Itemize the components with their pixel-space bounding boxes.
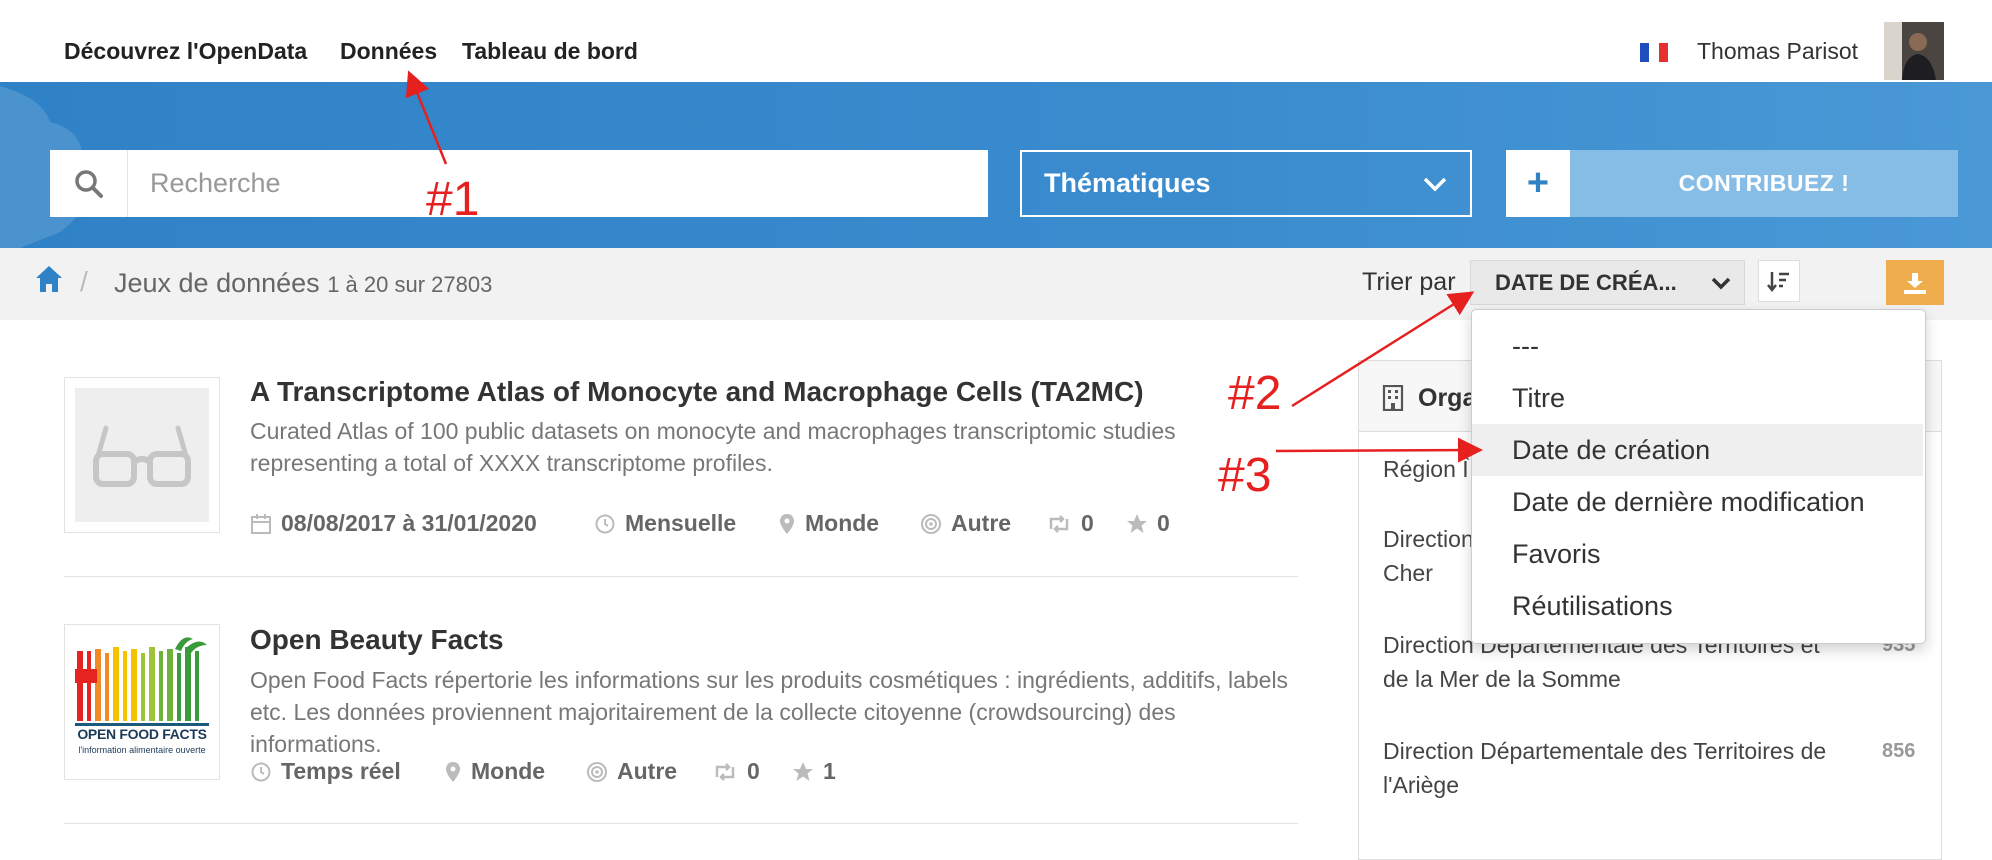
sort-select[interactable]: DATE DE CRÉA... xyxy=(1470,260,1745,305)
search-icon[interactable] xyxy=(50,150,128,217)
dataset-favorites: 1 xyxy=(792,758,836,785)
home-icon[interactable] xyxy=(34,264,64,294)
retweet-icon xyxy=(1049,514,1069,533)
dataset-title[interactable]: A Transcriptome Atlas of Monocyte and Ma… xyxy=(250,376,1144,408)
reuses-count: 0 xyxy=(1081,510,1094,536)
download-icon xyxy=(1904,272,1926,294)
divider xyxy=(64,576,1298,577)
clock-icon xyxy=(595,514,615,533)
chevron-down-icon xyxy=(1711,277,1731,289)
avatar[interactable] xyxy=(1884,22,1944,80)
star-icon xyxy=(793,761,813,781)
sort-descending-icon xyxy=(1767,272,1789,293)
divider xyxy=(64,823,1298,824)
open-food-facts-logo xyxy=(75,637,209,726)
calendar-icon xyxy=(251,513,271,534)
nav-link-dashboard[interactable]: Tableau de bord xyxy=(462,38,638,65)
nav-link-data[interactable]: Données xyxy=(340,38,437,65)
facet-item-label: de la Mer de la Somme xyxy=(1383,666,1621,692)
facet-item-count: 856 xyxy=(1882,740,1916,762)
french-flag-icon[interactable] xyxy=(1640,43,1668,62)
page-title-text: Jeux de données xyxy=(114,268,320,298)
download-button[interactable] xyxy=(1886,260,1944,305)
dataset-reuses: 0 xyxy=(712,758,760,785)
map-marker-icon xyxy=(446,761,460,782)
facet-item[interactable]: Direction Départementale des Territoires… xyxy=(1383,734,1863,802)
dataset-frequency: Temps réel xyxy=(250,758,401,785)
frequency-text: Mensuelle xyxy=(625,510,737,536)
plus-icon: + xyxy=(1506,150,1570,217)
star-icon xyxy=(1127,513,1147,533)
dataset-title[interactable]: Open Beauty Facts xyxy=(250,624,504,656)
reuses-count: 0 xyxy=(747,758,760,784)
themes-select[interactable]: Thématiques xyxy=(1020,150,1472,217)
sort-label: Trier par xyxy=(1362,268,1456,296)
sort-option-title[interactable]: Titre xyxy=(1472,372,1923,424)
dates-text: 08/08/2017 à 31/01/2020 xyxy=(281,510,537,536)
target-icon xyxy=(921,513,941,534)
themes-label: Thématiques xyxy=(1044,168,1211,198)
dataset-dates: 08/08/2017 à 31/01/2020 xyxy=(250,510,537,537)
annotation-label-1: #1 xyxy=(426,173,480,226)
glasses-icon xyxy=(93,425,191,487)
dataset-zone: Monde xyxy=(778,510,879,537)
dataset-zone: Monde xyxy=(444,758,545,785)
user-name[interactable]: Thomas Parisot xyxy=(1697,38,1858,65)
dataset-frequency: Mensuelle xyxy=(594,510,736,537)
chevron-down-icon xyxy=(1423,177,1447,191)
sort-option-none[interactable]: --- xyxy=(1472,320,1923,372)
dataset-description: Curated Atlas of 100 public datasets on … xyxy=(250,418,1176,476)
dataset-granularity: Autre xyxy=(586,758,677,785)
zone-text: Monde xyxy=(471,758,546,784)
favorites-count: 0 xyxy=(1157,510,1170,536)
contribute-label: CONTRIBUEZ ! xyxy=(1570,150,1958,217)
search-input[interactable] xyxy=(128,150,988,217)
logo-subtext: l'information alimentaire ouverte xyxy=(78,745,206,755)
facet-item-label: Région Î xyxy=(1383,456,1469,482)
map-marker-icon xyxy=(780,513,794,534)
clock-icon xyxy=(251,762,271,781)
sort-selected-value: DATE DE CRÉA... xyxy=(1495,269,1677,295)
dataset-thumbnail[interactable]: OPEN FOOD FACTS l'information alimentair… xyxy=(64,624,220,780)
sort-order-button[interactable] xyxy=(1758,260,1800,302)
dataset-granularity: Autre xyxy=(920,510,1011,537)
contribute-button[interactable]: + CONTRIBUEZ ! xyxy=(1506,150,1958,217)
dataset-favorites: 0 xyxy=(1126,510,1170,537)
sort-option-favorites[interactable]: Favoris xyxy=(1472,528,1923,580)
retweet-icon xyxy=(715,762,735,781)
facet-item-label: Direction Départementale des Territoires… xyxy=(1383,738,1827,764)
breadcrumb-separator: / xyxy=(80,266,88,297)
annotation-label-2: #2 xyxy=(1228,367,1282,420)
sort-option-creation-date[interactable]: Date de création xyxy=(1472,424,1923,476)
building-icon xyxy=(1382,385,1404,411)
zone-text: Monde xyxy=(805,510,880,536)
frequency-text: Temps réel xyxy=(281,758,401,784)
dataset-thumbnail[interactable] xyxy=(64,377,220,533)
page-title: Jeux de données 1 à 20 sur 27803 xyxy=(114,268,492,299)
favorites-count: 1 xyxy=(823,758,836,784)
dataset-reuses: 0 xyxy=(1046,510,1094,537)
nav-link-discover[interactable]: Découvrez l'OpenData xyxy=(64,38,307,65)
facet-item-label: l'Ariège xyxy=(1383,772,1459,798)
granularity-text: Autre xyxy=(951,510,1012,536)
granularity-text: Autre xyxy=(617,758,678,784)
facet-title: Orga xyxy=(1418,384,1477,412)
result-count: 1 à 20 sur 27803 xyxy=(327,272,493,297)
logo-text: OPEN FOOD FACTS xyxy=(77,726,207,742)
target-icon xyxy=(587,761,607,782)
annotation-label-3: #3 xyxy=(1218,449,1272,502)
sort-option-last-modified[interactable]: Date de dernière modification xyxy=(1472,476,1923,528)
dataset-description: Open Food Facts répertorie les informati… xyxy=(250,667,1289,757)
sort-option-reuses[interactable]: Réutilisations xyxy=(1472,580,1923,632)
